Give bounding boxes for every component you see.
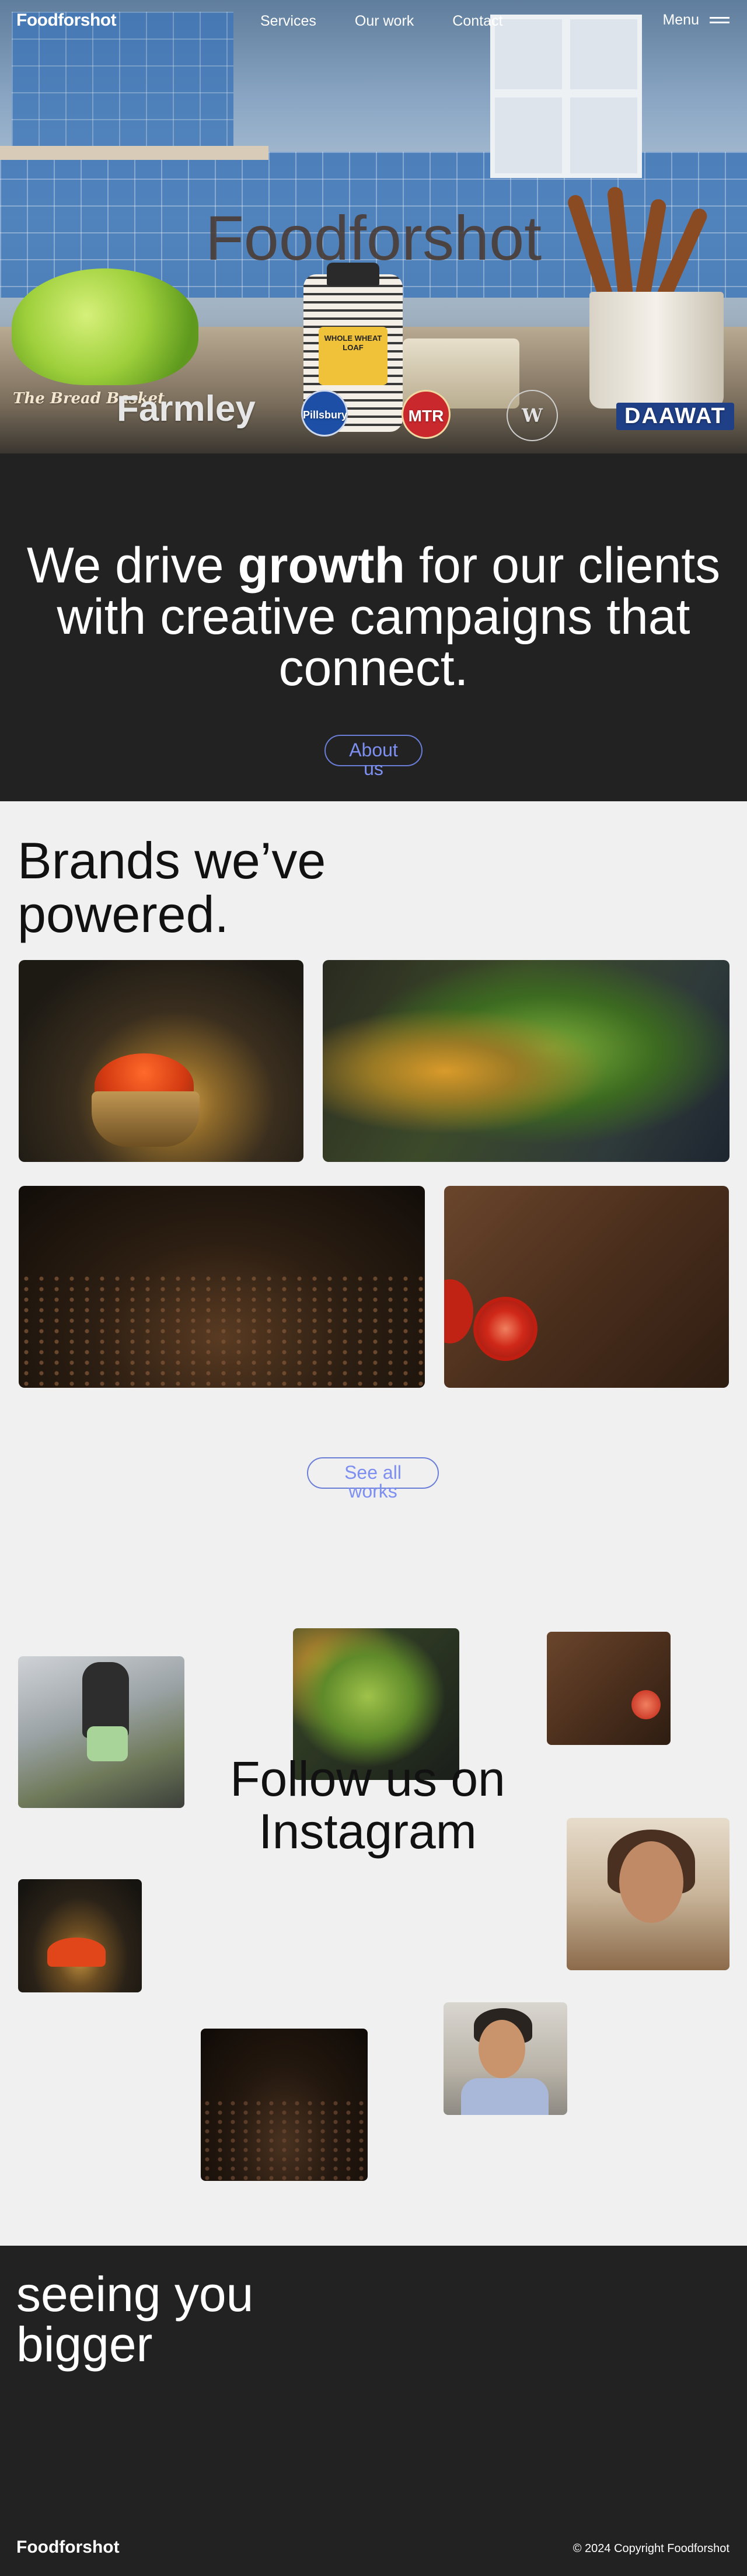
top-nav: Foodforshot Services Our work Contact Me…: [0, 0, 747, 42]
growth-headline: We drive growth for our clients with cre…: [23, 540, 724, 694]
nav-link-our-work[interactable]: Our work: [355, 13, 414, 30]
growth-text-before: We drive: [26, 537, 238, 594]
brands-title: Brands we’ve powered.: [18, 834, 326, 941]
nav-link-services[interactable]: Services: [260, 13, 316, 30]
instagram-title: Follow us on Instagram: [187, 1753, 549, 1858]
hamburger-icon: [710, 15, 729, 26]
instagram-post-tomato-board[interactable]: [547, 1632, 671, 1745]
work-card-greens[interactable]: [323, 960, 729, 1162]
instagram-section: Follow us on Instagram: [0, 1513, 747, 2246]
kettle-image: [87, 1726, 128, 1761]
menu-label: Menu: [662, 12, 699, 28]
see-all-works-button[interactable]: See all works: [307, 1457, 439, 1500]
work-card-coffee-beans[interactable]: [19, 1186, 425, 1388]
tomato-image: [631, 1690, 661, 1719]
face-image: [619, 1841, 683, 1923]
brand-logo-daawat: DAAWAT: [616, 403, 734, 430]
lettuce-image: [12, 268, 198, 385]
hero-title: Foodforshot: [205, 203, 542, 273]
brand-logo-mtr: MTR: [402, 390, 451, 439]
tomato-slice-image: [473, 1297, 537, 1361]
instagram-post-person-eating[interactable]: [444, 2002, 567, 2115]
coffee-beans-image: [19, 1273, 425, 1388]
brands-title-line1: Brands we’ve: [18, 832, 326, 889]
utensil-holder: [589, 292, 724, 409]
shirt-image: [461, 2078, 549, 2115]
footer: seeing you bigger Foodforshot © 2024 Copy…: [0, 2246, 747, 2576]
jar-label: WHOLE WHEAT LOAF: [319, 327, 388, 385]
menu-button[interactable]: Menu: [662, 12, 729, 29]
kitchen-shelf: [0, 146, 268, 160]
nav-links: Services Our work Contact: [260, 13, 502, 30]
brands-section: Brands we’ve powered. See all works: [0, 801, 747, 1513]
work-card-tomato-board[interactable]: [444, 1186, 729, 1388]
face-image: [479, 2020, 525, 2078]
footer-tagline-line1: seeing you: [16, 2267, 254, 2322]
growth-text-bold: growth: [238, 537, 406, 594]
brand-logo-w: W: [507, 390, 558, 441]
brand-logo-farmley: Farmley: [117, 389, 256, 429]
brands-title-line2: powered.: [18, 885, 229, 943]
instagram-post-chili-bowl[interactable]: [18, 1879, 142, 1992]
footer-tagline-line2: bigger: [16, 2317, 153, 2372]
chili-image: [47, 1938, 106, 1967]
site-logo[interactable]: Foodforshot: [16, 11, 117, 30]
instagram-post-coffee-beans[interactable]: [201, 2029, 368, 2181]
brass-bowl-image: [92, 1091, 200, 1147]
instagram-title-line2: Instagram: [259, 1804, 477, 1859]
instagram-post-portrait[interactable]: [567, 1818, 729, 1970]
brand-logo-pillsbury: Pillsbury: [301, 390, 348, 437]
footer-logo[interactable]: Foodforshot: [16, 2537, 120, 2557]
growth-section: We drive growth for our clients with cre…: [0, 453, 747, 801]
about-us-button[interactable]: About us: [324, 735, 423, 778]
work-card-chili-bowl[interactable]: [19, 960, 303, 1162]
footer-tagline: seeing you bigger: [16, 2269, 253, 2369]
tomato-image: [444, 1279, 473, 1343]
hero-section: WHOLE WHEAT LOAF Foodforshot The Bread B…: [0, 0, 747, 453]
instagram-title-line1: Follow us on: [230, 1751, 505, 1806]
nav-link-contact[interactable]: Contact: [452, 13, 502, 30]
instagram-post-cooking[interactable]: [18, 1656, 184, 1808]
copyright-text: © 2024 Copyright Foodforshot: [573, 2542, 729, 2555]
coffee-beans-image: [201, 2099, 368, 2181]
